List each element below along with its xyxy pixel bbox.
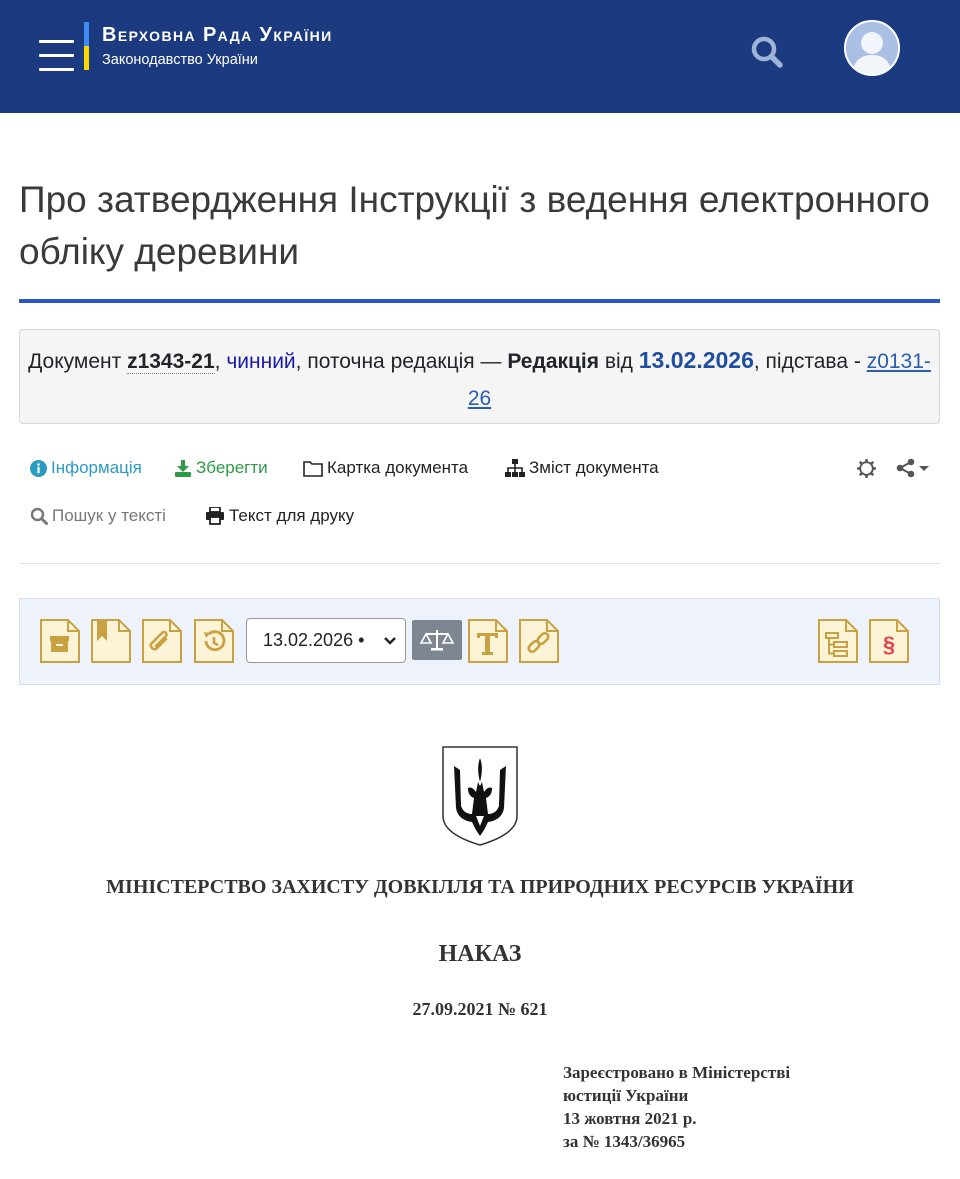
compare-editions-button[interactable] bbox=[412, 620, 462, 660]
search-icon[interactable] bbox=[747, 32, 787, 72]
registration-line: Зареєстровано в Міністерстві bbox=[563, 1063, 791, 1082]
doc-prefix: Документ bbox=[28, 350, 128, 373]
registration-line: 13 жовтня 2021 р. bbox=[563, 1109, 697, 1128]
doc-number[interactable]: z1343-21 bbox=[127, 350, 215, 374]
title-divider bbox=[19, 299, 940, 303]
paragraph-icon[interactable]: § bbox=[869, 619, 909, 663]
print-text-label: Текст для друку bbox=[229, 506, 355, 525]
download-icon bbox=[175, 459, 191, 477]
document-status-box: Документ z1343-21, чинний, поточна редак… bbox=[19, 329, 940, 424]
coat-of-arms-icon bbox=[442, 746, 518, 846]
chevron-down-icon bbox=[384, 637, 396, 645]
doc-middle: , поточна редакція — bbox=[295, 350, 508, 373]
user-avatar-icon[interactable] bbox=[844, 20, 900, 76]
edition-date-value: 13.02.2026 • bbox=[263, 630, 365, 650]
share-button[interactable] bbox=[896, 458, 930, 478]
bookmark-icon[interactable] bbox=[91, 619, 131, 663]
edition-from: від bbox=[599, 350, 639, 373]
document-type: НАКАЗ bbox=[438, 941, 522, 967]
attachment-icon[interactable] bbox=[142, 619, 182, 663]
print-text-link[interactable]: Текст для друку bbox=[205, 506, 354, 526]
gear-icon bbox=[857, 459, 876, 478]
archive-icon[interactable] bbox=[40, 619, 80, 663]
sitemap-icon bbox=[505, 459, 525, 477]
share-icon bbox=[896, 458, 929, 478]
info-link[interactable]: Інформація bbox=[30, 458, 142, 478]
save-label: Зберегти bbox=[196, 458, 268, 477]
document-tools-bar: 13.02.2026 • § bbox=[19, 598, 940, 685]
svg-text:§: § bbox=[883, 632, 895, 657]
doc-status[interactable]: чинний bbox=[226, 350, 295, 373]
doc-sep: , bbox=[214, 350, 227, 373]
toolbar-divider bbox=[19, 563, 940, 564]
history-icon[interactable] bbox=[194, 619, 234, 663]
settings-button[interactable] bbox=[856, 458, 877, 479]
registration-line: юстиції України bbox=[563, 1086, 689, 1105]
info-label: Інформація bbox=[51, 458, 142, 477]
print-icon bbox=[206, 507, 224, 525]
document-contents-link[interactable]: Зміст документа bbox=[505, 458, 659, 478]
site-header: Верховна Рада України Законодавство Укра… bbox=[0, 0, 960, 113]
text-icon[interactable] bbox=[468, 619, 508, 663]
ukraine-flag-icon bbox=[84, 22, 89, 70]
ministry-name: МІНІСТЕРСТВО ЗАХИСТУ ДОВКІЛЛЯ ТА ПРИРОДН… bbox=[106, 876, 854, 898]
search-icon bbox=[30, 507, 48, 525]
edition-label: Редакція bbox=[507, 350, 600, 373]
document-card-link[interactable]: Картка документа bbox=[303, 458, 468, 478]
document-contents-label: Зміст документа bbox=[529, 458, 659, 477]
document-card-label: Картка документа bbox=[327, 458, 469, 477]
folder-icon bbox=[303, 460, 323, 477]
basis-label: , підстава - bbox=[753, 350, 867, 373]
registration-block: Зареєстровано в Міністерстві юстиції Укр… bbox=[563, 1061, 790, 1153]
search-in-text-label: Пошук у тексті bbox=[52, 506, 166, 525]
order-date-number: 27.09.2021 № 621 bbox=[412, 999, 548, 1019]
hamburger-menu-button[interactable] bbox=[39, 40, 75, 72]
scales-icon bbox=[419, 630, 455, 651]
brand-subtitle[interactable]: Законодавство України bbox=[102, 52, 258, 68]
edition-date: 13.02.2026 bbox=[638, 347, 754, 373]
edition-date-select[interactable]: 13.02.2026 • bbox=[246, 618, 406, 663]
search-in-text-link[interactable]: Пошук у тексті bbox=[30, 506, 166, 526]
brand-title[interactable]: Верховна Рада України bbox=[102, 24, 333, 47]
info-icon bbox=[30, 459, 47, 477]
page-title: Про затвердження Інструкції з ведення ел… bbox=[19, 179, 930, 272]
save-link[interactable]: Зберегти bbox=[174, 458, 268, 478]
structure-icon[interactable] bbox=[818, 619, 858, 663]
registration-line: за № 1343/36965 bbox=[563, 1132, 686, 1151]
link-icon[interactable] bbox=[519, 619, 559, 663]
